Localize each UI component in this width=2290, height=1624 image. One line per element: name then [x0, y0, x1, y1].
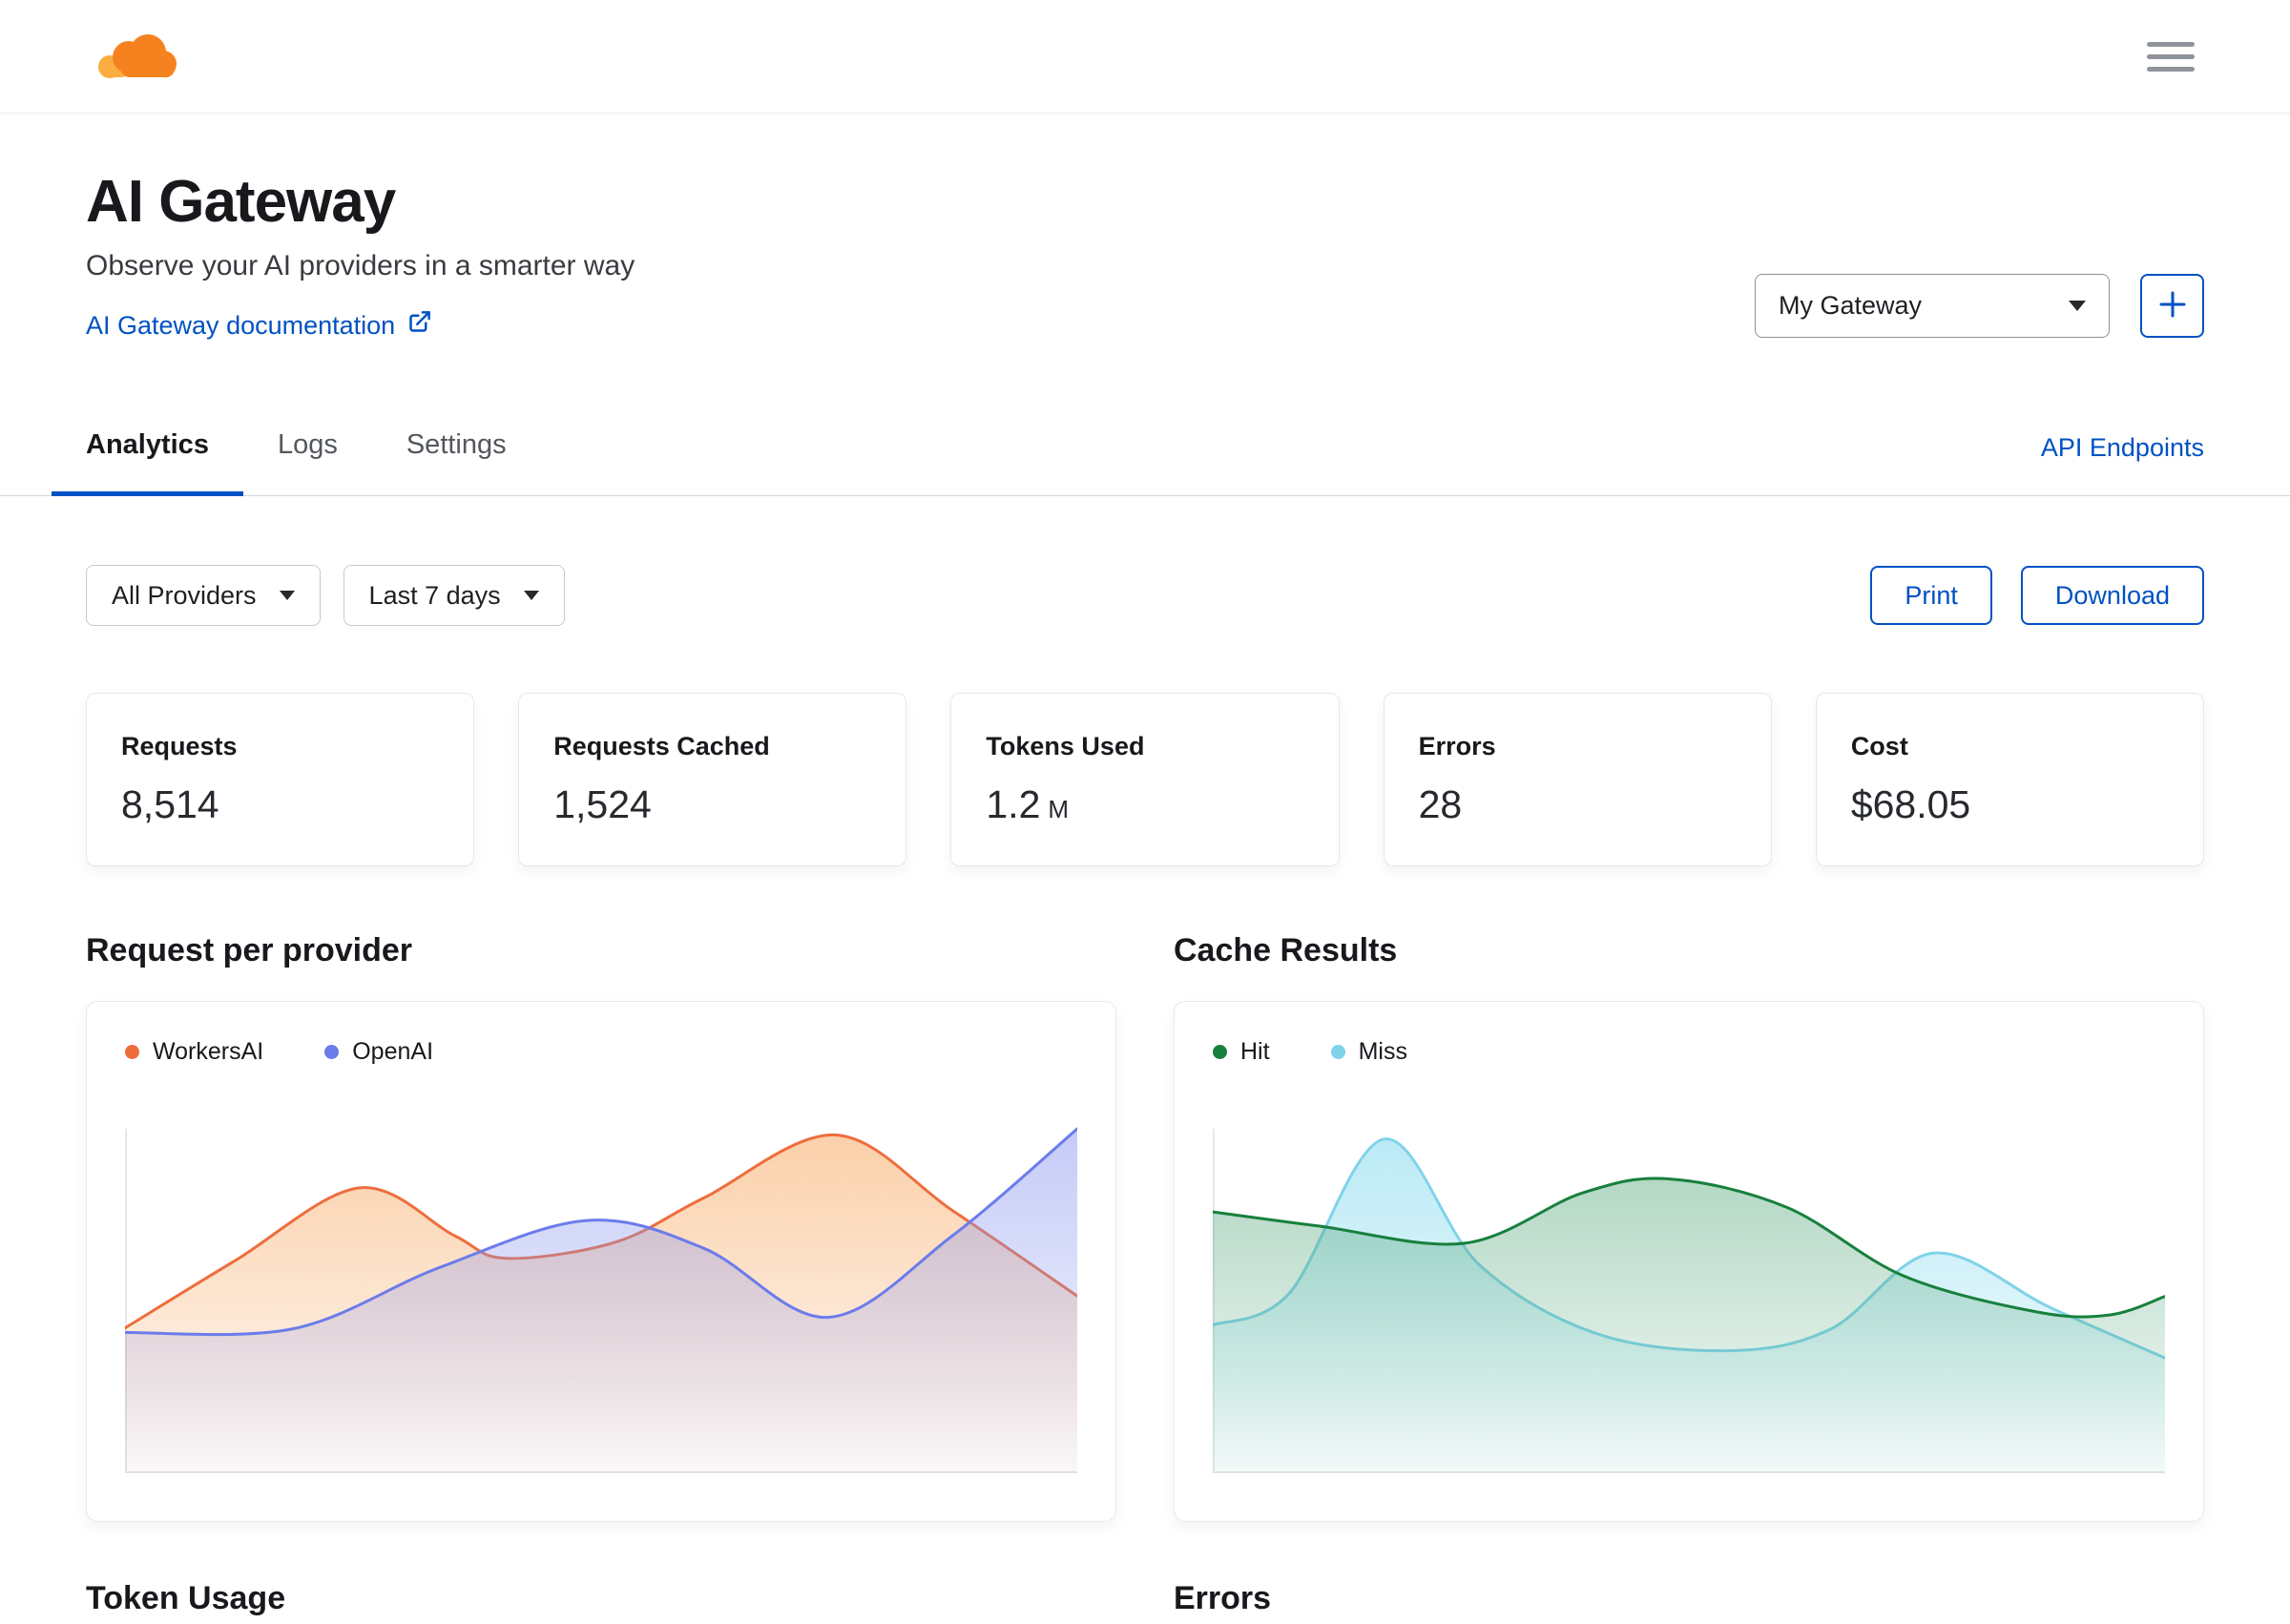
add-gateway-button[interactable] [2140, 274, 2204, 339]
cloudflare-logo[interactable] [91, 29, 178, 84]
page-title: AI Gateway [86, 169, 396, 235]
stat-label: Tokens Used [986, 732, 1145, 761]
cache-results-section: Cache Results Hit Miss [1174, 932, 2204, 1523]
stat-value: $68.05 [1850, 782, 1971, 827]
external-link-icon [406, 309, 432, 342]
stat-label: Cost [1850, 732, 1908, 761]
page-header: AI Gateway Observe your AI providers in … [86, 171, 2204, 342]
stat-value: 1.2 [986, 782, 1041, 827]
cache-results-title: Cache Results [1174, 932, 1398, 969]
stat-value: 1,524 [553, 782, 652, 827]
errors-title: Errors [1174, 1580, 1272, 1617]
plus-icon [2156, 288, 2189, 323]
legend-label: OpenAI [352, 1038, 434, 1066]
gateway-select[interactable]: My Gateway [1755, 274, 2110, 339]
documentation-link-label: AI Gateway documentation [86, 310, 396, 340]
cache-results-card: Hit Miss [1174, 1001, 2204, 1523]
tab-settings[interactable]: Settings [372, 429, 541, 495]
download-button[interactable]: Download [2020, 566, 2204, 626]
tabs-bar: Analytics Logs Settings API Endpoints [0, 429, 2290, 497]
legend-dot-icon [324, 1045, 340, 1060]
legend-item-workersai: WorkersAI [125, 1038, 263, 1066]
provider-filter-select[interactable]: All Providers [86, 565, 321, 627]
gateway-select-value: My Gateway [1779, 291, 1923, 321]
stat-label: Requests [121, 732, 238, 761]
request-per-provider-title: Request per provider [86, 932, 412, 969]
legend-label: WorkersAI [153, 1038, 264, 1066]
request-per-provider-section: Request per provider WorkersAI OpenAI [86, 932, 1116, 1523]
token-usage-title: Token Usage [86, 1580, 286, 1617]
legend-dot-icon [1213, 1045, 1227, 1060]
filter-row: All Providers Last 7 days Print Download [86, 565, 2204, 627]
legend-item-miss: Miss [1330, 1038, 1407, 1066]
provider-filter-value: All Providers [112, 580, 257, 610]
print-button[interactable]: Print [1870, 566, 1992, 626]
stat-card-requests: Requests 8,514 [86, 693, 475, 867]
stat-card-cost: Cost $68.05 [1815, 693, 2205, 867]
tab-analytics[interactable]: Analytics [52, 429, 243, 497]
stats-row: Requests 8,514 Requests Cached 1,524 Tok… [86, 693, 2205, 867]
request-per-provider-chart [125, 1093, 1077, 1474]
stat-label: Requests Cached [553, 732, 770, 761]
stat-card-requests-cached: Requests Cached 1,524 [518, 693, 907, 867]
date-range-select[interactable]: Last 7 days [343, 565, 565, 627]
request-per-provider-card: WorkersAI OpenAI [86, 1001, 1116, 1523]
chevron-down-icon [2069, 301, 2086, 312]
chevron-down-icon [523, 591, 539, 601]
page-subtitle: Observe your AI providers in a smarter w… [86, 250, 635, 282]
tab-logs[interactable]: Logs [243, 429, 372, 495]
stat-card-tokens-used: Tokens Used 1.2 M [950, 693, 1340, 867]
menu-icon[interactable] [2147, 41, 2195, 72]
stat-value: 28 [1418, 782, 1463, 827]
legend-item-hit: Hit [1213, 1038, 1270, 1066]
legend-dot-icon [125, 1045, 139, 1060]
date-range-value: Last 7 days [368, 580, 501, 610]
cache-results-chart [1213, 1093, 2165, 1474]
stat-value: 8,514 [121, 782, 219, 827]
chevron-down-icon [279, 591, 295, 601]
stat-unit: M [1048, 795, 1070, 824]
documentation-link[interactable]: AI Gateway documentation [86, 309, 432, 342]
chart-legend: Hit Miss [1213, 1038, 2165, 1066]
legend-label: Miss [1358, 1038, 1407, 1066]
topbar [0, 0, 2290, 114]
legend-dot-icon [1330, 1045, 1345, 1060]
legend-item-openai: OpenAI [324, 1038, 433, 1066]
stat-label: Errors [1418, 732, 1496, 761]
legend-label: Hit [1240, 1038, 1270, 1066]
api-endpoints-link[interactable]: API Endpoints [2041, 429, 2204, 463]
chart-legend: WorkersAI OpenAI [125, 1038, 1077, 1066]
stat-card-errors: Errors 28 [1383, 693, 1772, 867]
